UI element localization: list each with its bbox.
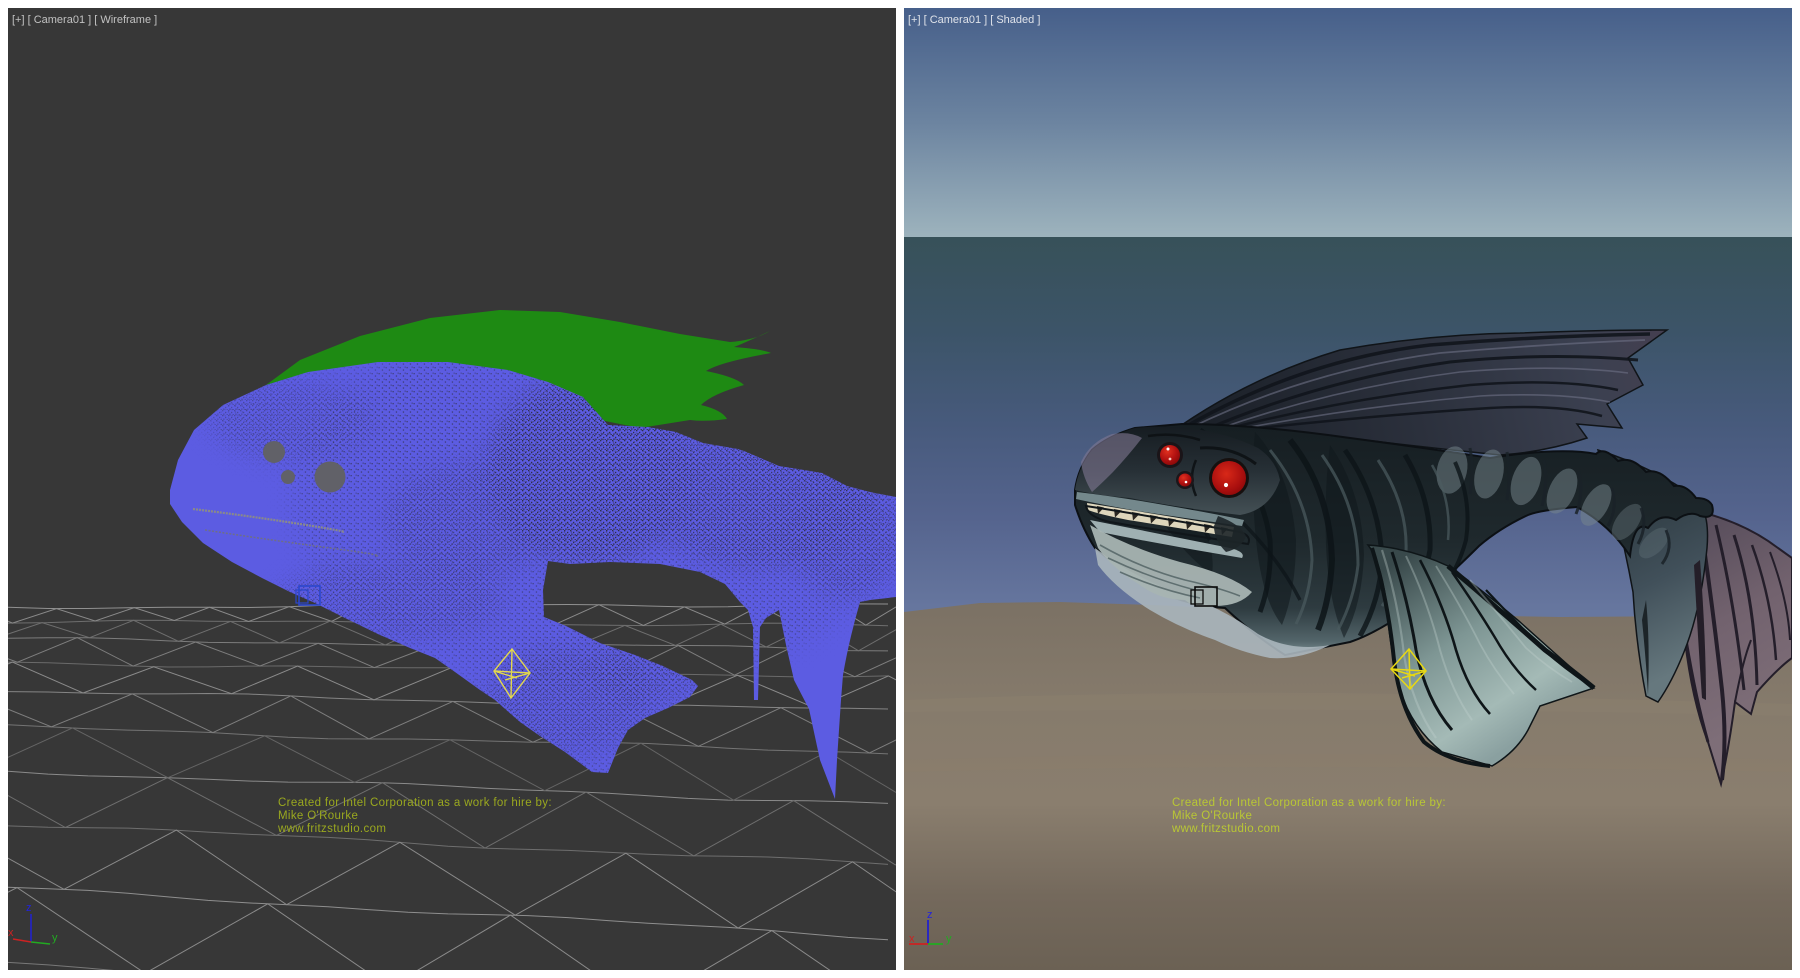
svg-text:z: z (26, 902, 32, 914)
svg-text:Mike O'Rourke: Mike O'Rourke (278, 810, 358, 822)
svg-text:Mike O'Rourke: Mike O'Rourke (1172, 810, 1252, 822)
svg-text:y: y (946, 933, 952, 945)
svg-text:www.fritzstudio.com: www.fritzstudio.com (277, 823, 386, 835)
svg-text:www.fritzstudio.com: www.fritzstudio.com (1171, 823, 1280, 835)
svg-text:y: y (52, 932, 58, 944)
svg-text:Created for Intel Corporation: Created for Intel Corporation as a work … (278, 797, 552, 809)
svg-text:x: x (909, 933, 915, 945)
svg-text:Created for Intel Corporation: Created for Intel Corporation as a work … (1172, 797, 1446, 809)
svg-text:z: z (927, 909, 933, 921)
svg-text:[+] [ Camera01 ] [ Wireframe ]: [+] [ Camera01 ] [ Wireframe ] (12, 14, 157, 26)
svg-text:x: x (8, 927, 14, 939)
svg-text:[+] [ Camera01 ] [ Shaded ]: [+] [ Camera01 ] [ Shaded ] (908, 14, 1040, 26)
